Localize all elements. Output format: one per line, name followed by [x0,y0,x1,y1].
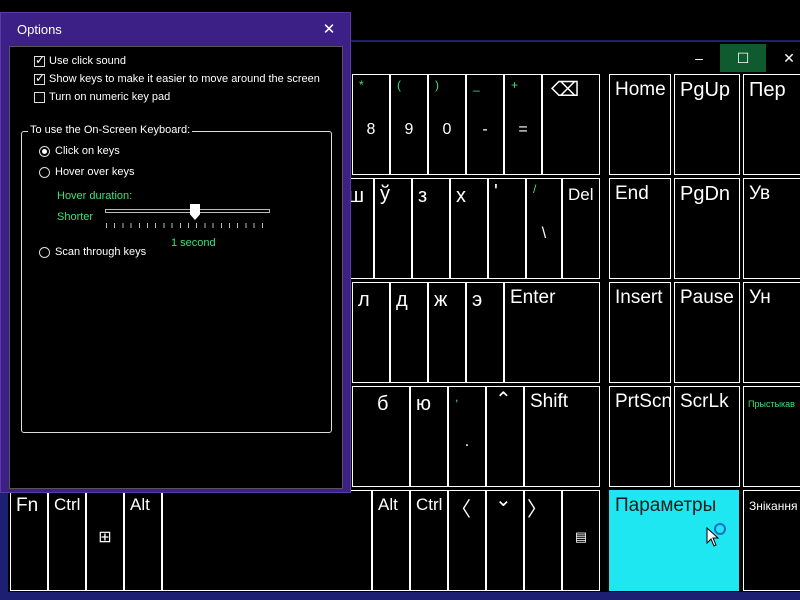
show-keys-option[interactable]: Show keys to make it easier to move arou… [34,71,320,85]
key-pause[interactable]: Pause [674,282,740,383]
key-menu[interactable]: ▤ [562,490,600,591]
key-pgup[interactable]: PgUp [674,74,740,175]
key-uv[interactable]: Ув [743,178,800,279]
key-alt-right[interactable]: Alt [372,490,410,591]
key-space[interactable] [162,490,372,591]
key-backslash[interactable]: / \ [526,178,562,279]
use-click-sound-option[interactable]: Use click sound [34,53,127,67]
key-u-short[interactable]: ў [374,178,412,279]
key-arrow-up[interactable]: ⌃ [486,386,524,487]
busy-ring-icon [714,523,726,535]
key-arrow-down[interactable]: ⌄ [486,490,524,591]
scan-through-keys-radio[interactable] [39,246,50,258]
slider-ticks [106,223,270,228]
use-click-sound-label: Use click sound [49,55,127,67]
hover-over-keys-radio[interactable] [39,166,50,178]
hover-over-keys-option[interactable]: Hover over keys [39,166,134,178]
duration-value: 1 second [171,237,216,249]
key-alt-left[interactable]: Alt [124,490,162,591]
key-apostrophe[interactable]: ' [488,178,526,279]
arrow-up-icon: ⌃ [495,389,512,411]
key-un[interactable]: Ун [743,282,800,383]
key-home[interactable]: Home [609,74,671,175]
key-dock[interactable]: Прыстыкав [743,386,800,487]
key-fn[interactable]: Fn [10,490,48,591]
backspace-icon: ⌫ [551,79,580,101]
key-8[interactable]: * 8 [352,74,390,175]
key-shift[interactable]: Shift [524,386,600,487]
key-insert[interactable]: Insert [609,282,671,383]
key-9[interactable]: (9 [390,74,428,175]
key-zh[interactable]: ж [428,282,466,383]
key-0[interactable]: ) 0 [428,74,466,175]
scan-through-keys-option[interactable]: Scan through keys [39,246,146,258]
key-l[interactable]: л [352,282,390,383]
group-title: To use the On-Screen Keyboard: [28,124,193,136]
key-options[interactable]: Параметры [609,490,739,591]
key-e[interactable]: э [466,282,504,383]
key-kh[interactable]: х [450,178,488,279]
show-keys-label: Show keys to make it easier to move arou… [49,73,320,85]
windows-icon: ⊞ [98,529,112,546]
numeric-keypad-checkbox[interactable] [34,91,45,103]
show-keys-checkbox[interactable] [34,71,45,85]
arrow-down-icon: ⌄ [495,490,512,511]
key-period[interactable]: ,. [448,386,486,487]
options-body: Use click sound Show keys to make it eas… [9,46,343,489]
key-ctrl-right[interactable]: Ctrl [410,490,448,591]
key-minus[interactable]: _ - [466,74,504,175]
key-arrow-left[interactable]: 〈 [448,490,486,591]
key-pgdn[interactable]: PgDn [674,178,740,279]
hover-over-keys-label: Hover over keys [55,166,135,178]
key-yu[interactable]: ю [410,386,448,487]
key-windows[interactable]: ⊞ [86,490,124,591]
menu-icon: ▤ [574,529,588,544]
shorter-label: Shorter [57,211,94,223]
click-on-keys-radio[interactable] [39,145,50,157]
options-dialog: Options ✕ Use click sound Show keys to m… [0,12,351,493]
arrow-right-icon: 〉 [527,499,547,521]
hover-duration-slider[interactable] [105,209,270,213]
key-prtscn[interactable]: PrtScn [609,386,671,487]
key-end[interactable]: End [609,178,671,279]
click-on-keys-label: Click on keys [55,145,120,157]
key-del[interactable]: Del [562,178,600,279]
numeric-keypad-label: Turn on numeric key pad [49,91,171,103]
key-z[interactable]: з [412,178,450,279]
hover-duration-label: Hover duration: [57,190,133,202]
key-fade[interactable]: Знікання [743,490,800,591]
key-per[interactable]: Пер [743,74,800,175]
key-d[interactable]: д [390,282,428,383]
key-equals[interactable]: + = [504,74,542,175]
key-backspace[interactable]: ⌫ [542,74,600,175]
numeric-keypad-option[interactable]: Turn on numeric key pad [34,91,170,103]
key-b[interactable]: б [352,386,410,487]
click-on-keys-option[interactable]: Click on keys [39,145,120,157]
key-enter[interactable]: Enter [504,282,600,383]
use-click-sound-checkbox[interactable] [34,53,45,67]
options-titlebar[interactable]: Options ✕ [1,13,350,44]
key-ctrl-left[interactable]: Ctrl [48,490,86,591]
arrow-left-icon: 〈 [451,499,471,521]
dialog-title: Options [17,22,62,37]
scan-through-keys-label: Scan through keys [55,246,147,258]
close-icon[interactable]: ✕ [314,17,344,41]
key-arrow-right[interactable]: 〉 [524,490,562,591]
key-scrlk[interactable]: ScrLk [674,386,740,487]
